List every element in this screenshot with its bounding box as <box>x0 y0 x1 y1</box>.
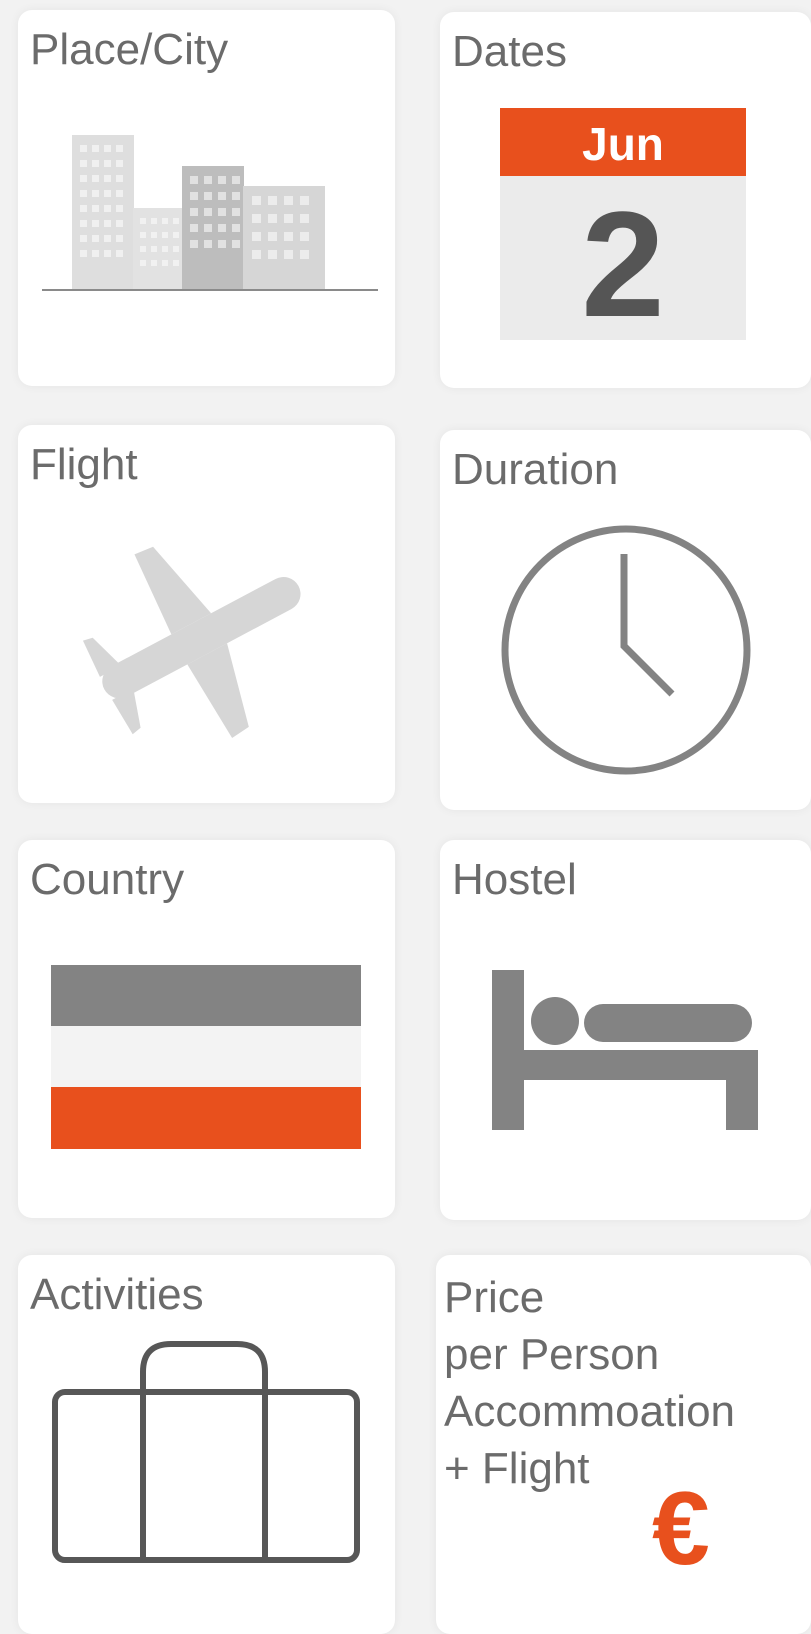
suitcase-icon <box>51 1340 361 1570</box>
bed-icon <box>492 970 762 1130</box>
calendar-month: Jun <box>582 118 664 170</box>
duration-card[interactable]: Duration <box>440 430 811 810</box>
duration-label: Duration <box>452 445 619 494</box>
euro-icon: € <box>652 1471 710 1587</box>
place-city-label: Place/City <box>30 25 229 74</box>
price-card[interactable]: Price per Person Accommoation + Flight € <box>436 1255 811 1634</box>
flag-icon <box>51 965 361 1149</box>
activities-label: Activities <box>30 1270 204 1319</box>
dates-label: Dates <box>452 27 567 76</box>
clock-icon <box>498 522 754 778</box>
country-label: Country <box>30 855 185 904</box>
price-label-line-3: Accommoation <box>444 1387 736 1436</box>
price-label: Price per Person Accommoation + Flight <box>444 1269 735 1497</box>
dates-card[interactable]: Dates Jun 2 <box>440 12 811 388</box>
airplane-icon <box>70 525 330 745</box>
calendar-day: 2 <box>581 180 664 340</box>
flight-label: Flight <box>30 440 138 489</box>
city-buildings-icon <box>40 120 380 295</box>
activities-card[interactable]: Activities <box>18 1255 395 1634</box>
price-label-line-2: per Person <box>444 1330 660 1379</box>
hostel-card[interactable]: Hostel <box>440 840 811 1220</box>
country-card[interactable]: Country <box>18 840 395 1218</box>
hostel-label: Hostel <box>452 855 577 904</box>
calendar-icon: Jun 2 <box>500 108 746 340</box>
flight-card[interactable]: Flight <box>18 425 395 803</box>
price-label-line-1: Price <box>444 1273 545 1322</box>
place-city-card[interactable]: Place/City <box>18 10 395 386</box>
